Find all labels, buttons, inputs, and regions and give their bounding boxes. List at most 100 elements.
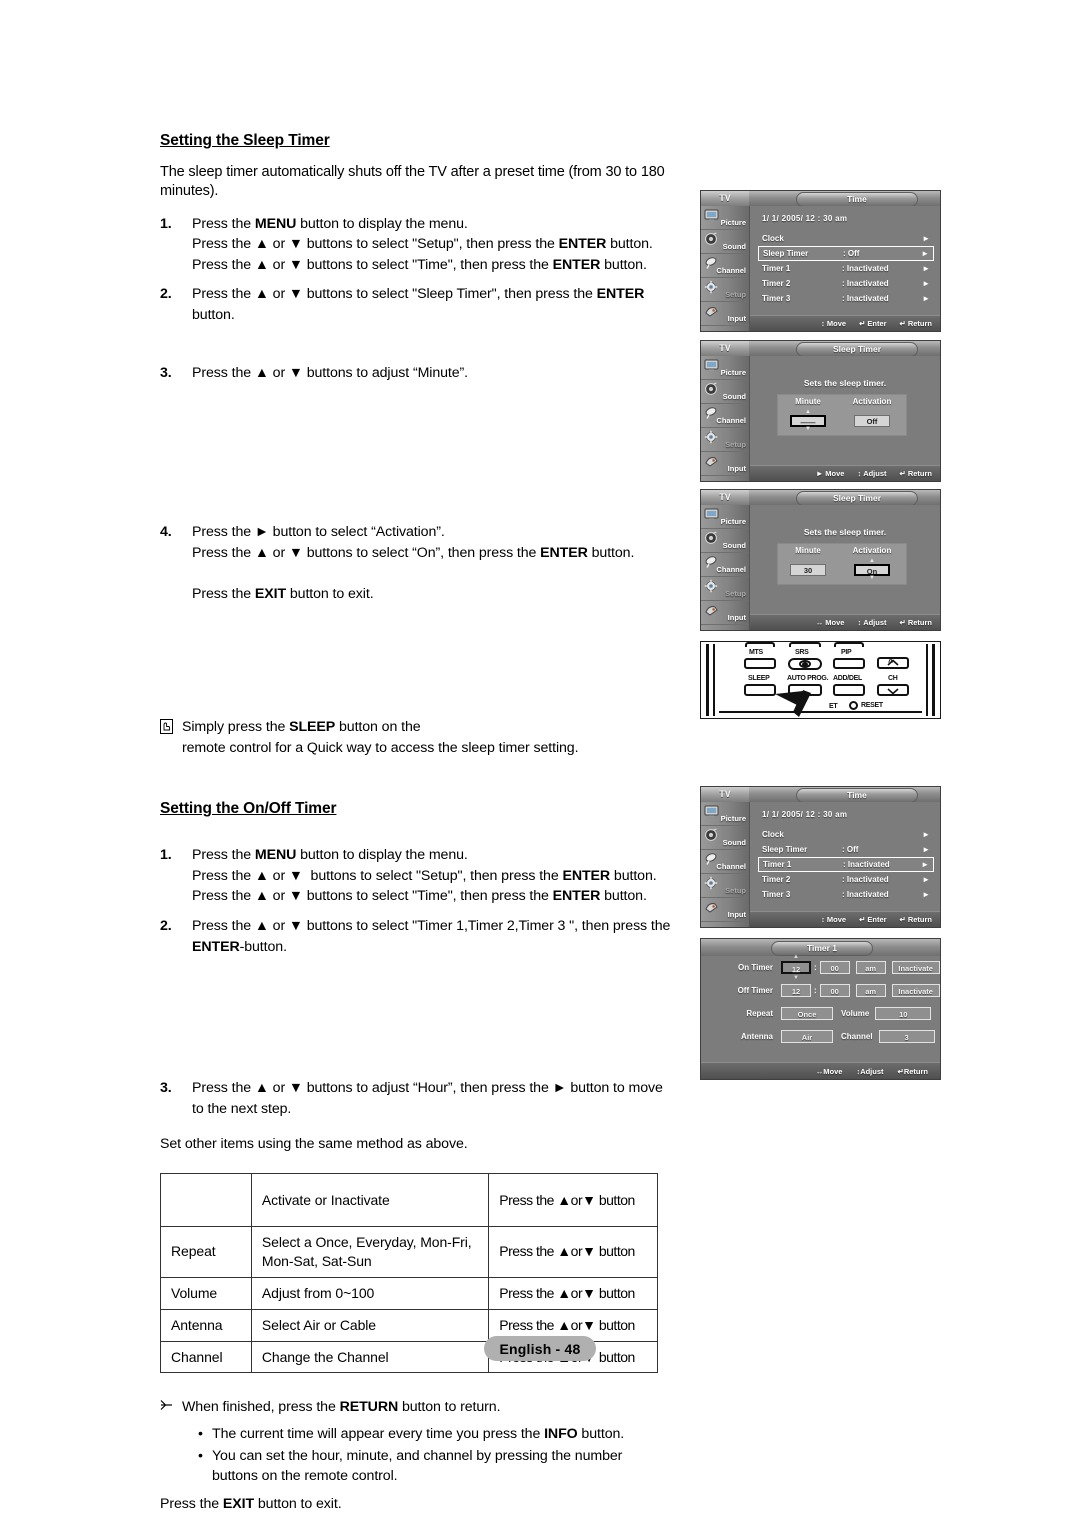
osd-clock-readout: 1/ 1/ 2005/ 12 : 30 am	[762, 214, 848, 223]
menu-row-timer-3[interactable]: Timer 3 : Inactivated ►	[758, 291, 934, 306]
sleep-note: Simply press the SLEEP button on the rem…	[160, 717, 680, 758]
sidebar-item-picture[interactable]: Picture	[701, 802, 749, 826]
sidebar-item-channel[interactable]: Channel	[701, 254, 749, 278]
menu-row-sleep-timer[interactable]: Sleep Timer : Off ►	[758, 842, 934, 857]
sidebar-item-sound[interactable]: Sound	[701, 230, 749, 254]
sidebar-item-setup[interactable]: Setup	[701, 428, 749, 452]
osd-sleep-timer-b: TV Sleep Timer Picture Sound Channel Set…	[700, 489, 941, 631]
off-ampm-value[interactable]: am	[855, 984, 886, 997]
antenna-row: Antenna Air Channel 3	[701, 1025, 940, 1048]
menu-row-sleep-timer[interactable]: Sleep Timer : Off ►	[758, 246, 934, 261]
osd-sidebar[interactable]: Picture Sound Channel Setup Input	[701, 206, 750, 331]
sidebar-item-channel[interactable]: Channel	[701, 404, 749, 428]
mts-button[interactable]	[744, 658, 776, 669]
off-minute-value[interactable]: 00	[819, 984, 850, 997]
sleep-panel-fields: ▲ —— ▼ Off	[778, 408, 906, 434]
sidebar-item-picture[interactable]: Picture	[701, 505, 749, 529]
osd-sidebar[interactable]: Picture Sound Channel Setup Input	[701, 802, 750, 927]
sidebar-item-input[interactable]: Input	[701, 898, 749, 922]
osd-footer-bar: ↕ Move ↵ Enter ↵ Return	[750, 315, 940, 331]
table-cell-desc-line: Select a Once, Everyday, Mon-Fri,	[261, 1233, 472, 1250]
menu-row-value: : Inactivated	[843, 860, 890, 869]
volume-value[interactable]: 10	[875, 1007, 932, 1020]
channel-value[interactable]: 3	[878, 1030, 935, 1043]
sidebar-item-sound[interactable]: Sound	[701, 380, 749, 404]
sidebar-item-picture[interactable]: Picture	[701, 356, 749, 380]
table-cell-label: Antenna	[160, 1308, 252, 1342]
off-hour-value[interactable]: 12	[781, 984, 811, 997]
sidebar-item-setup[interactable]: Setup	[701, 278, 749, 302]
on-hour-spinner[interactable]: ▲ 12 ▼	[781, 954, 811, 981]
enter-icon: ↵	[859, 319, 866, 328]
sidebar-item-input[interactable]: Input	[701, 601, 749, 625]
footer-return-label: Return	[903, 1066, 928, 1076]
table-cell-desc: Select a Once, Everyday, Mon-Fri, Mon-Sa…	[250, 1225, 490, 1278]
footer-enter-label: Enter	[867, 319, 887, 328]
sidebar-item-channel[interactable]: Channel	[701, 850, 749, 874]
menu-row-value: : Off	[842, 845, 859, 854]
activation-value[interactable]: Off	[854, 415, 890, 427]
set-partial-label: ET	[829, 703, 838, 710]
pip-button[interactable]	[833, 658, 865, 669]
gear-icon	[704, 579, 720, 593]
footer-return-label: Return	[907, 618, 932, 627]
menu-row-value: : Inactivated	[842, 279, 889, 288]
osd-footer-bar: ↕ Move ↵ Enter ↵ Return	[750, 911, 940, 927]
osd-body: 1/ 1/ 2005/ 12 : 30 am Clock ► Sleep Tim…	[750, 206, 940, 315]
osd-footer-bar: ↔Move ↕Adjust ↵Return	[750, 614, 940, 630]
osd-sidebar[interactable]: Picture Sound Channel Setup Input	[701, 356, 750, 481]
sleep-button[interactable]	[744, 684, 776, 696]
osd-body: Sets the sleep timer. Minute Activation …	[750, 356, 940, 465]
sidebar-item-sound[interactable]: Sound	[701, 826, 749, 850]
menu-row-clock[interactable]: Clock ►	[758, 231, 934, 246]
on-ampm-value[interactable]: am	[855, 961, 886, 974]
step-number: 1.	[160, 215, 172, 232]
callout-arrow-icon	[775, 690, 811, 717]
menu-row-timer-2[interactable]: Timer 2 : Inactivated ►	[758, 872, 934, 887]
minute-value[interactable]: 30	[790, 564, 826, 576]
sidebar-item-channel[interactable]: Channel	[701, 553, 749, 577]
repeat-value[interactable]: Once	[781, 1007, 833, 1020]
chevron-right-icon: ►	[921, 860, 929, 869]
remote-control-figure: MTS SRS PIP ^ SLEEP AUTO PROG. ADD/DEL C…	[700, 641, 941, 719]
tv-screen-icon	[704, 358, 720, 372]
menu-row-label: Sleep Timer	[763, 249, 809, 258]
antenna-value[interactable]: Air	[781, 1030, 833, 1043]
osd-sidebar[interactable]: Picture Sound Channel Setup Input	[701, 505, 750, 630]
on-timer-label: On Timer	[738, 963, 773, 972]
menu-row-value: : Inactivated	[842, 264, 889, 273]
menu-row-timer-2[interactable]: Timer 2 : Inactivated ►	[758, 276, 934, 291]
return-icon: ↵	[899, 618, 906, 627]
plug-icon	[704, 304, 720, 318]
sleep-timer-panel: Minute Activation 30 ▲ On ▼	[777, 543, 907, 585]
step-line: Press the MENU button to display the men…	[192, 215, 468, 232]
menu-row-timer-3[interactable]: Timer 3 : Inactivated ►	[758, 887, 934, 902]
activation-field-wrap: Off	[838, 415, 906, 427]
sidebar-label: Setup	[725, 886, 746, 895]
on-hour-value[interactable]: 12	[781, 961, 811, 974]
timer1-body: On Timer ▲ 12 ▼ : 00 am Inactivate Off T…	[701, 954, 940, 1062]
reset-button[interactable]	[849, 701, 858, 710]
text-column: Setting the Sleep Timer The sleep timer …	[160, 132, 680, 1514]
sidebar-item-sound[interactable]: Sound	[701, 529, 749, 553]
step-line: to the next step.	[192, 1100, 292, 1117]
footer-move: ↔Move	[816, 618, 845, 627]
sidebar-item-picture[interactable]: Picture	[701, 206, 749, 230]
sidebar-item-input[interactable]: Input	[701, 452, 749, 476]
add-del-button[interactable]	[833, 684, 865, 696]
off-state-value[interactable]: Inactivate	[891, 984, 940, 997]
chevron-right-icon: ►	[922, 294, 930, 303]
on-state-value[interactable]: Inactivate	[891, 961, 940, 974]
menu-row-timer-1[interactable]: Timer 1 : Inactivated ►	[758, 857, 934, 872]
sidebar-item-setup[interactable]: Setup	[701, 874, 749, 898]
set-other-items-text: Set other items using the same method as…	[160, 1136, 468, 1153]
on-minute-value[interactable]: 00	[819, 961, 850, 974]
menu-row-timer-1[interactable]: Timer 1 : Inactivated ►	[758, 261, 934, 276]
sidebar-item-input[interactable]: Input	[701, 302, 749, 326]
list-item: • The current time will appear every tim…	[198, 1424, 680, 1445]
menu-row-clock[interactable]: Clock ►	[758, 827, 934, 842]
step-number: 1.	[160, 847, 172, 864]
sidebar-item-setup[interactable]: Setup	[701, 577, 749, 601]
osd-title: Sleep Timer	[796, 491, 918, 506]
chevron-right-icon: ►	[921, 249, 929, 258]
